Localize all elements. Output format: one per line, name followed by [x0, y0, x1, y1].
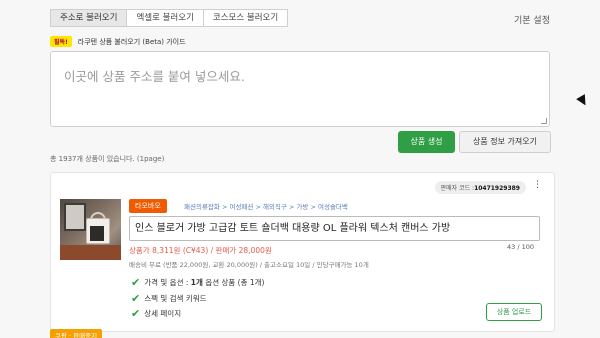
more-options-icon[interactable]: ⋮: [533, 180, 542, 190]
seller-code-value: 10471929389: [474, 185, 520, 192]
thumbnail-floor: [60, 245, 121, 260]
source-tabs: 주소로 불러오기 엑셀로 불러오기 코스모스 불러오기: [50, 9, 289, 27]
tab-excel[interactable]: 엑셀로 불러오기: [126, 9, 204, 27]
category-path[interactable]: 패션의류잡화 > 여성패션 > 해외직구 > 가방 > 여성숄더백: [184, 201, 348, 211]
required-badge: 필독!: [50, 36, 72, 47]
product-title-input[interactable]: 인스 블로거 가방 고급감 토트 숄더백 대용량 OL 플라워 텍스처 캔버스 …: [129, 216, 540, 241]
check-price-options: ✔ 가격 및 옵션 : 1개 옵션 상품 (총 1개): [131, 276, 265, 289]
tab-cosmos[interactable]: 코스모스 불러오기: [202, 9, 289, 27]
seller-code-label: 판매자 코드 :: [440, 185, 475, 192]
seller-code-badge: 판매자 코드 :10471929389: [434, 181, 526, 194]
check-spec-text: 스펙 및 검색 키워드: [144, 294, 207, 303]
check-detail-page: ✔ 상세 페이지: [131, 307, 181, 320]
product-count-text: 총 1937개 상품이 있습니다. (1page): [50, 155, 165, 163]
guide-link[interactable]: 필독! 라쿠텐 상품 불러오기 (Beta) 가이드: [50, 36, 186, 47]
check-icon: ✔: [131, 292, 141, 305]
url-input[interactable]: 이곳에 상품 주소를 붙여 넣으세요.: [50, 51, 550, 127]
check-price-suffix: 옵션 상품 (총 1개): [205, 278, 265, 287]
upload-product-button[interactable]: 상품 업로드: [486, 303, 542, 321]
mouse-cursor-icon: [576, 94, 590, 108]
check-price-count: 1개: [190, 278, 203, 287]
shipping-info: 배송비 무료 (반품 22,000원, 교환 20,000원) / 출고소요일 …: [129, 261, 369, 269]
resize-handle[interactable]: [541, 118, 547, 124]
check-detail-text: 상세 페이지: [144, 309, 182, 318]
check-icon: ✔: [131, 307, 141, 320]
price-info: 상품가 8,311원 (C¥43) / 판매가 28,000원: [129, 246, 272, 255]
product-thumbnail[interactable]: [60, 199, 121, 260]
fetch-product-info-button[interactable]: 상품 정보 가져오기: [459, 131, 551, 153]
guide-text: 라쿠텐 상품 불러오기 (Beta) 가이드: [77, 37, 186, 46]
status-badge: 쿠팡 · 판매중지: [50, 329, 103, 338]
create-product-button[interactable]: 상품 생성: [398, 131, 455, 153]
product-card: 판매자 코드 :10471929389 ⋮ 타오바오 패션의류잡화 > 여성패션…: [50, 172, 555, 332]
check-spec-keywords: ✔ 스펙 및 검색 키워드: [131, 292, 207, 305]
url-input-placeholder: 이곳에 상품 주소를 붙여 넣으세요.: [64, 69, 245, 84]
tab-url[interactable]: 주소로 불러오기: [50, 9, 128, 27]
shop-badge: 타오바오: [129, 199, 167, 213]
thumbnail-window: [64, 203, 86, 231]
check-icon: ✔: [131, 276, 141, 289]
check-price-prefix: 가격 및 옵션 :: [144, 278, 189, 287]
title-char-count: 43 / 100: [507, 243, 534, 251]
thumbnail-bag-pattern: [90, 226, 104, 241]
basic-settings-link[interactable]: 기본 설정: [514, 13, 550, 26]
